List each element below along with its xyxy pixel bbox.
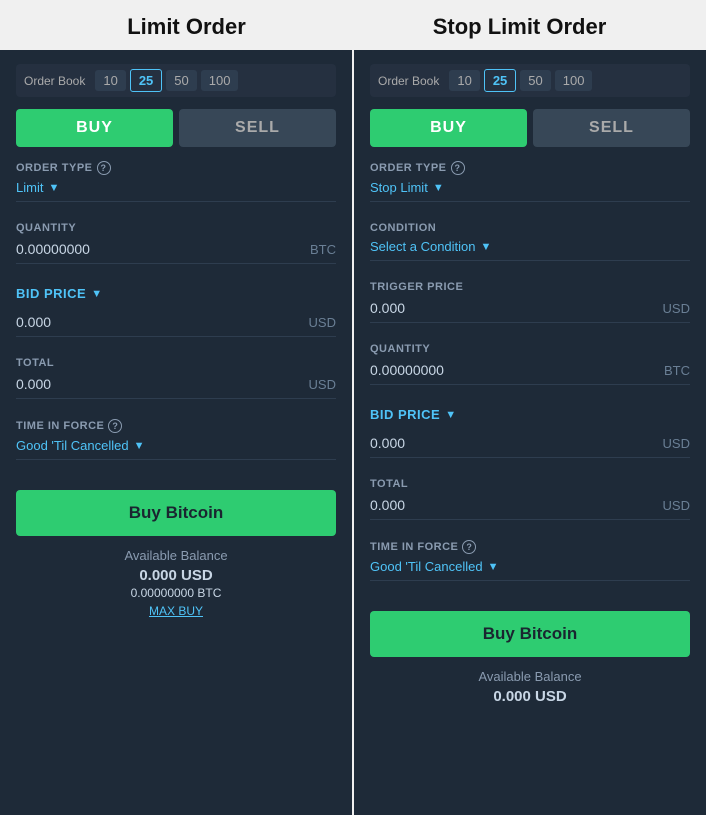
trigger-price-input-right[interactable] xyxy=(370,300,594,316)
order-type-label-left: ORDER TYPE ? xyxy=(16,161,336,175)
order-type-dropdown-right[interactable]: Stop Limit ▼ xyxy=(370,178,690,201)
time-in-force-dropdown-left[interactable]: Good 'Til Cancelled ▼ xyxy=(16,436,336,459)
trigger-price-section-right: TRIGGER PRICE USD xyxy=(370,281,690,333)
time-in-force-section-right: TIME IN FORCE ? Good 'Til Cancelled ▼ xyxy=(370,540,690,591)
condition-dropdown-right[interactable]: Select a Condition ▼ xyxy=(370,237,690,260)
quantity-unit-right: BTC xyxy=(664,363,690,378)
condition-label-right: CONDITION xyxy=(370,222,690,234)
ob-btn-50-right[interactable]: 50 xyxy=(520,70,550,91)
ob-btn-100-right[interactable]: 100 xyxy=(555,70,593,91)
bid-price-arrow-left: ▼ xyxy=(91,288,102,300)
available-balance-right: Available Balance 0.000 USD xyxy=(370,669,690,705)
bid-price-input-row-right: USD xyxy=(370,431,690,457)
avail-usd-right: 0.000 USD xyxy=(370,688,690,705)
quantity-label-right: QUANTITY xyxy=(370,343,690,355)
order-type-info-icon-right[interactable]: ? xyxy=(451,161,465,175)
quantity-input-left[interactable] xyxy=(16,241,240,257)
total-input-row-left: USD xyxy=(16,372,336,398)
order-type-dropdown-left[interactable]: Limit ▼ xyxy=(16,178,336,201)
buy-bitcoin-button-left[interactable]: Buy Bitcoin xyxy=(16,490,336,536)
sell-button-right[interactable]: SELL xyxy=(533,109,690,147)
total-input-left[interactable] xyxy=(16,376,240,392)
total-input-right[interactable] xyxy=(370,497,594,513)
ob-btn-10-left[interactable]: 10 xyxy=(95,70,125,91)
time-in-force-arrow-left: ▼ xyxy=(134,440,145,452)
bid-price-label-left: BID PRICE ▼ xyxy=(16,284,336,307)
buy-sell-row-right: BUY SELL xyxy=(370,109,690,147)
order-book-label-right: Order Book xyxy=(378,74,439,88)
order-type-section-right: ORDER TYPE ? Stop Limit ▼ xyxy=(370,161,690,212)
time-in-force-info-icon-right[interactable]: ? xyxy=(462,540,476,554)
bid-price-input-right[interactable] xyxy=(370,435,594,451)
order-type-label-right: ORDER TYPE ? xyxy=(370,161,690,175)
buy-sell-row-left: BUY SELL xyxy=(16,109,336,147)
ob-btn-10-right[interactable]: 10 xyxy=(449,70,479,91)
ob-btn-25-left[interactable]: 25 xyxy=(130,69,162,92)
time-in-force-dropdown-right[interactable]: Good 'Til Cancelled ▼ xyxy=(370,557,690,580)
limit-order-panel: Order Book 10 25 50 100 BUY SELL ORDER T… xyxy=(0,50,352,815)
ob-btn-25-right[interactable]: 25 xyxy=(484,69,516,92)
order-book-label-left: Order Book xyxy=(24,74,85,88)
quantity-section-right: QUANTITY BTC xyxy=(370,343,690,395)
bid-price-input-left[interactable] xyxy=(16,314,240,330)
bid-price-input-row-left: USD xyxy=(16,310,336,336)
time-in-force-section-left: TIME IN FORCE ? Good 'Til Cancelled ▼ xyxy=(16,419,336,470)
max-buy-link-left[interactable]: MAX BUY xyxy=(16,604,336,618)
buy-button-right[interactable]: BUY xyxy=(370,109,527,147)
order-type-arrow-right: ▼ xyxy=(433,182,444,194)
order-type-info-icon-left[interactable]: ? xyxy=(97,161,111,175)
avail-btc-left: 0.00000000 BTC xyxy=(16,586,336,600)
quantity-input-row-left: BTC xyxy=(16,237,336,263)
bid-price-unit-left: USD xyxy=(309,315,336,330)
bid-price-unit-right: USD xyxy=(663,436,690,451)
quantity-label-left: QUANTITY xyxy=(16,222,336,234)
quantity-unit-left: BTC xyxy=(310,242,336,257)
buy-bitcoin-button-right[interactable]: Buy Bitcoin xyxy=(370,611,690,657)
ob-btn-50-left[interactable]: 50 xyxy=(166,70,196,91)
quantity-input-right[interactable] xyxy=(370,362,594,378)
order-book-bar-right: Order Book 10 25 50 100 xyxy=(370,64,690,97)
total-input-row-right: USD xyxy=(370,493,690,519)
trigger-price-label-right: TRIGGER PRICE xyxy=(370,281,690,293)
order-book-bar-left: Order Book 10 25 50 100 xyxy=(16,64,336,97)
quantity-input-row-right: BTC xyxy=(370,358,690,384)
time-in-force-arrow-right: ▼ xyxy=(488,561,499,573)
bid-price-dropdown-left[interactable]: BID PRICE ▼ xyxy=(16,284,103,307)
bid-price-label-right: BID PRICE ▼ xyxy=(370,405,690,428)
order-type-arrow-left: ▼ xyxy=(48,182,59,194)
time-in-force-info-icon-left[interactable]: ? xyxy=(108,419,122,433)
total-label-right: TOTAL xyxy=(370,478,690,490)
order-type-section-left: ORDER TYPE ? Limit ▼ xyxy=(16,161,336,212)
total-unit-left: USD xyxy=(309,377,336,392)
bid-price-dropdown-right[interactable]: BID PRICE ▼ xyxy=(370,405,457,428)
avail-balance-label-left: Available Balance xyxy=(16,548,336,563)
ob-btn-100-left[interactable]: 100 xyxy=(201,70,239,91)
available-balance-left: Available Balance 0.000 USD 0.00000000 B… xyxy=(16,548,336,618)
bid-price-section-right: BID PRICE ▼ USD xyxy=(370,405,690,468)
trigger-price-unit-right: USD xyxy=(663,301,690,316)
avail-balance-label-right: Available Balance xyxy=(370,669,690,684)
condition-arrow-right: ▼ xyxy=(481,241,492,253)
quantity-section-left: QUANTITY BTC xyxy=(16,222,336,274)
total-unit-right: USD xyxy=(663,498,690,513)
sell-button-left[interactable]: SELL xyxy=(179,109,336,147)
bid-price-arrow-right: ▼ xyxy=(445,409,456,421)
avail-usd-left: 0.000 USD xyxy=(16,567,336,584)
time-in-force-label-left: TIME IN FORCE ? xyxy=(16,419,336,433)
bid-price-section-left: BID PRICE ▼ USD xyxy=(16,284,336,347)
right-panel-title: Stop Limit Order xyxy=(353,14,686,40)
total-section-left: TOTAL USD xyxy=(16,357,336,409)
buy-button-left[interactable]: BUY xyxy=(16,109,173,147)
trigger-price-input-row-right: USD xyxy=(370,296,690,322)
total-label-left: TOTAL xyxy=(16,357,336,369)
stop-limit-order-panel: Order Book 10 25 50 100 BUY SELL ORDER T… xyxy=(354,50,706,815)
time-in-force-label-right: TIME IN FORCE ? xyxy=(370,540,690,554)
total-section-right: TOTAL USD xyxy=(370,478,690,530)
left-panel-title: Limit Order xyxy=(20,14,353,40)
condition-section-right: CONDITION Select a Condition ▼ xyxy=(370,222,690,271)
